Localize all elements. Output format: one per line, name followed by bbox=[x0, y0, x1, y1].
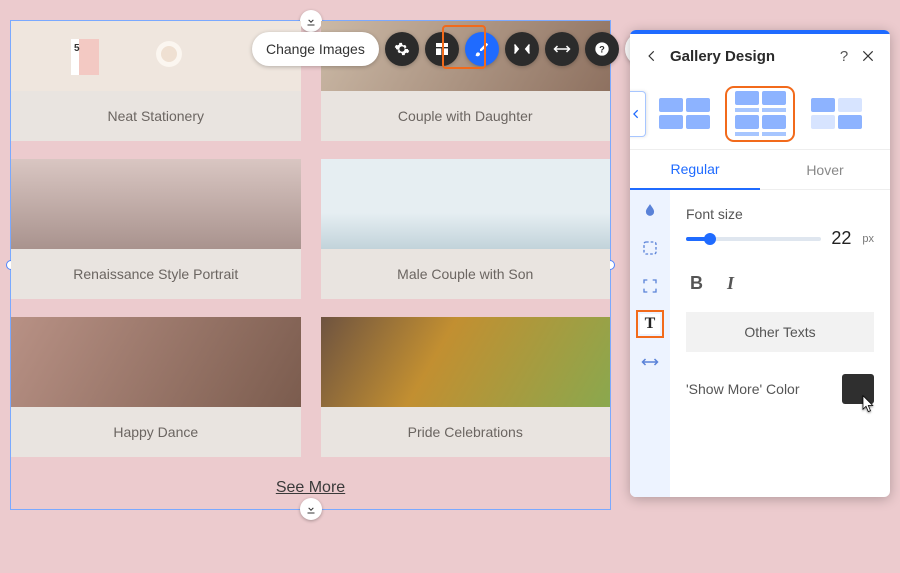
panel-help-button[interactable]: ? bbox=[832, 44, 856, 68]
layout-presets bbox=[630, 78, 890, 150]
panel-content: Font size 22 px B I Other Texts 'Show Mor… bbox=[670, 190, 890, 497]
see-more-link[interactable]: See More bbox=[11, 479, 610, 497]
gallery-card[interactable]: Happy Dance bbox=[11, 317, 301, 457]
font-size-label: Font size bbox=[686, 206, 874, 222]
help-button[interactable]: ? bbox=[585, 32, 619, 66]
gallery-caption: Couple with Daughter bbox=[321, 91, 611, 141]
layout-button[interactable] bbox=[425, 32, 459, 66]
chevron-left-icon bbox=[631, 107, 641, 121]
rail-spacing[interactable] bbox=[640, 352, 660, 372]
gallery-row: Happy Dance Pride Celebrations bbox=[11, 317, 610, 457]
font-size-value: 22 bbox=[831, 228, 851, 249]
font-size-unit: px bbox=[862, 233, 874, 245]
panel-title: Gallery Design bbox=[670, 48, 775, 65]
element-toolbar: Change Images ? bbox=[252, 31, 659, 67]
droplet-icon bbox=[643, 201, 657, 219]
gallery-thumb bbox=[321, 159, 611, 249]
gallery-thumb bbox=[11, 159, 301, 249]
design-button[interactable] bbox=[465, 32, 499, 66]
close-icon bbox=[861, 49, 875, 63]
layout-option-2[interactable] bbox=[731, 92, 789, 136]
panel-header: Gallery Design ? bbox=[630, 34, 890, 78]
state-tabs: Regular Hover bbox=[630, 150, 890, 190]
tab-regular[interactable]: Regular bbox=[630, 150, 760, 190]
rail-fill[interactable] bbox=[640, 200, 660, 220]
crop-button[interactable] bbox=[505, 32, 539, 66]
panel-rail: T bbox=[630, 190, 670, 497]
gallery-card[interactable]: Renaissance Style Portrait bbox=[11, 159, 301, 299]
change-images-label: Change Images bbox=[266, 41, 365, 57]
help-icon: ? bbox=[840, 48, 848, 65]
rail-border-dashed[interactable] bbox=[640, 238, 660, 258]
help-icon: ? bbox=[594, 41, 610, 57]
gallery-thumb bbox=[11, 317, 301, 407]
back-button[interactable] bbox=[640, 44, 664, 68]
layout-option-3[interactable] bbox=[807, 92, 865, 136]
change-images-button[interactable]: Change Images bbox=[252, 32, 379, 66]
brush-icon bbox=[474, 41, 490, 57]
panel-close-button[interactable] bbox=[856, 44, 880, 68]
gallery-caption: Renaissance Style Portrait bbox=[11, 249, 301, 299]
gallery-caption: Neat Stationery bbox=[11, 91, 301, 141]
gallery-caption: Pride Celebrations bbox=[321, 407, 611, 457]
corners-icon bbox=[642, 278, 658, 294]
gallery-caption: Happy Dance bbox=[11, 407, 301, 457]
cursor-icon bbox=[860, 394, 878, 414]
tab-hover[interactable]: Hover bbox=[760, 150, 890, 190]
italic-toggle[interactable]: I bbox=[727, 273, 734, 294]
rail-text[interactable]: T bbox=[640, 314, 660, 334]
font-size-row: 22 px bbox=[686, 228, 874, 249]
design-panel: Gallery Design ? Regular Hover bbox=[630, 30, 890, 497]
layout-icon bbox=[434, 41, 450, 57]
rail-corners[interactable] bbox=[640, 276, 660, 296]
text-icon: T bbox=[645, 315, 656, 333]
chevron-left-icon bbox=[645, 49, 659, 63]
layouts-prev[interactable] bbox=[630, 91, 646, 137]
other-texts-header: Other Texts bbox=[686, 312, 874, 352]
gallery-row: Renaissance Style Portrait Male Couple w… bbox=[11, 159, 610, 299]
font-style-row: B I bbox=[690, 273, 874, 294]
gallery-card[interactable]: Male Couple with Son bbox=[321, 159, 611, 299]
layout-option-1[interactable] bbox=[655, 92, 713, 136]
gallery-caption: Male Couple with Son bbox=[321, 249, 611, 299]
spacing-icon bbox=[641, 356, 659, 368]
crop-icon bbox=[513, 42, 531, 56]
show-more-color-row: 'Show More' Color bbox=[686, 374, 874, 404]
show-more-color-swatch[interactable] bbox=[842, 374, 874, 404]
border-dashed-icon bbox=[642, 240, 658, 256]
svg-text:?: ? bbox=[599, 44, 605, 54]
gallery: 5 Neat Stationery Couple with Daughter R… bbox=[11, 21, 610, 509]
stretch-button[interactable] bbox=[545, 32, 579, 66]
bold-toggle[interactable]: B bbox=[690, 273, 703, 294]
gallery-thumb bbox=[321, 317, 611, 407]
show-more-color-label: 'Show More' Color bbox=[686, 381, 800, 397]
gallery-card[interactable]: Pride Celebrations bbox=[321, 317, 611, 457]
gallery-selection[interactable]: 5 Neat Stationery Couple with Daughter R… bbox=[10, 20, 611, 510]
font-size-slider[interactable] bbox=[686, 237, 821, 241]
stretch-icon bbox=[553, 43, 571, 55]
gear-icon bbox=[394, 41, 410, 57]
settings-button[interactable] bbox=[385, 32, 419, 66]
panel-body: T Font size 22 px B I Other Texts 'Show M… bbox=[630, 190, 890, 497]
